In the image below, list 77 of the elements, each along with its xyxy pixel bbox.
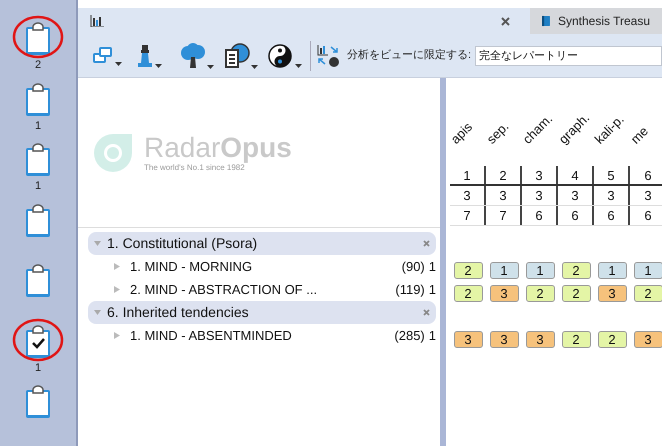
- remedy-name: apis: [446, 118, 476, 148]
- clipboard-icon[interactable]: [25, 264, 51, 298]
- group-header[interactable]: 1. Constitutional (Psora): [88, 232, 436, 255]
- grade-badge[interactable]: 3: [490, 285, 518, 302]
- grade-badge[interactable]: 1: [490, 262, 518, 279]
- grade-badge[interactable]: 2: [598, 331, 626, 348]
- clipboard-count: 2: [34, 59, 42, 71]
- close-icon[interactable]: [423, 240, 430, 247]
- grade-badge[interactable]: 2: [454, 262, 482, 279]
- grade-badge[interactable]: 2: [526, 285, 554, 302]
- rubric-row[interactable]: 1. MIND - ABSENTMINDED (285) 1: [88, 324, 436, 347]
- grade-badge[interactable]: 2: [562, 285, 590, 302]
- grid-cell: 7: [450, 206, 486, 225]
- clipboard-count: 1: [34, 362, 42, 374]
- dropdown-caret-icon[interactable]: [207, 64, 214, 68]
- yin-yang-icon[interactable]: [268, 44, 292, 68]
- clipboard-count: 1: [34, 180, 42, 192]
- grade-badge[interactable]: 2: [634, 285, 662, 302]
- grade-badge[interactable]: 2: [562, 262, 590, 279]
- group-header[interactable]: 6. Inherited tendencies: [88, 301, 436, 324]
- clipboard-count: 1: [34, 120, 42, 132]
- dropdown-caret-icon[interactable]: [295, 64, 302, 68]
- clipboard-icon[interactable]: [25, 204, 51, 238]
- grid-cell: 1: [450, 166, 486, 184]
- grid-cell: 6: [594, 206, 630, 225]
- grade-badge[interactable]: 2: [454, 285, 482, 302]
- grid-cell: 3: [522, 186, 558, 205]
- filter-select[interactable]: 完全なレパートリー: [475, 46, 662, 66]
- grid-cell: 7: [486, 206, 522, 225]
- clipboard-icon[interactable]: [25, 82, 51, 117]
- grid-cell: 5: [594, 166, 630, 184]
- highlight-circle: [12, 15, 64, 59]
- dropdown-caret-icon[interactable]: [115, 62, 122, 66]
- grid-cell: 3: [558, 186, 594, 205]
- grade-badge[interactable]: 1: [634, 262, 662, 279]
- remedy-name: me: [626, 122, 652, 148]
- rubric-row[interactable]: 1. MIND - MORNING (90) 1: [88, 255, 436, 278]
- globe-document-icon[interactable]: [224, 42, 250, 68]
- grid-cell-text: 6: [643, 207, 653, 225]
- clipboard-icon[interactable]: [25, 143, 51, 178]
- grade-badge[interactable]: 3: [490, 331, 518, 348]
- dropdown-caret-icon[interactable]: [155, 64, 162, 68]
- grid-cell: 3: [522, 166, 558, 184]
- tree-icon[interactable]: [180, 42, 206, 68]
- grid-cell: 3: [594, 186, 630, 205]
- grid-cell: 6: [558, 206, 594, 225]
- rubric-row[interactable]: 2. MIND - ABSTRACTION OF ... (119) 1: [88, 278, 436, 301]
- grid-cell: 3: [486, 186, 522, 205]
- book-icon: [542, 14, 550, 28]
- grid-cell-text: 3: [643, 187, 653, 205]
- grade-badge[interactable]: 1: [598, 262, 626, 279]
- analysis-filter-icon[interactable]: [317, 44, 341, 68]
- dropdown-caret-icon[interactable]: [251, 64, 258, 68]
- filter-label: 分析をビューに限定する:: [347, 48, 472, 64]
- highlight-circle: [12, 318, 64, 362]
- grid-cell-text: 6: [643, 167, 653, 184]
- tab[interactable]: Synthesis Treasu: [530, 8, 662, 34]
- clipboard-icon[interactable]: [25, 385, 51, 420]
- logo-tagline: The world's No.1 since 1982: [144, 163, 246, 172]
- logo-icon: [92, 132, 134, 174]
- checked-clipboard-icon[interactable]: [25, 324, 51, 359]
- grade-badge[interactable]: 3: [526, 331, 554, 348]
- grid-cell: 6: [522, 206, 558, 225]
- chart-icon: [90, 15, 104, 27]
- grade-badge[interactable]: 1: [526, 262, 554, 279]
- grade-badge[interactable]: 3: [598, 285, 626, 302]
- grid-cell: 3: [450, 186, 486, 205]
- grid-cell: 2: [486, 166, 522, 184]
- grade-badge[interactable]: 3: [634, 331, 662, 348]
- grid-cell: 4: [558, 166, 594, 184]
- close-icon[interactable]: [501, 16, 510, 26]
- grade-badge[interactable]: 3: [454, 331, 482, 348]
- remedy-name: sep.: [482, 117, 513, 148]
- clipboard-icon[interactable]: [25, 22, 51, 56]
- grade-badge[interactable]: 2: [562, 331, 590, 348]
- close-icon[interactable]: [423, 309, 430, 316]
- chess-piece-icon[interactable]: [136, 44, 154, 68]
